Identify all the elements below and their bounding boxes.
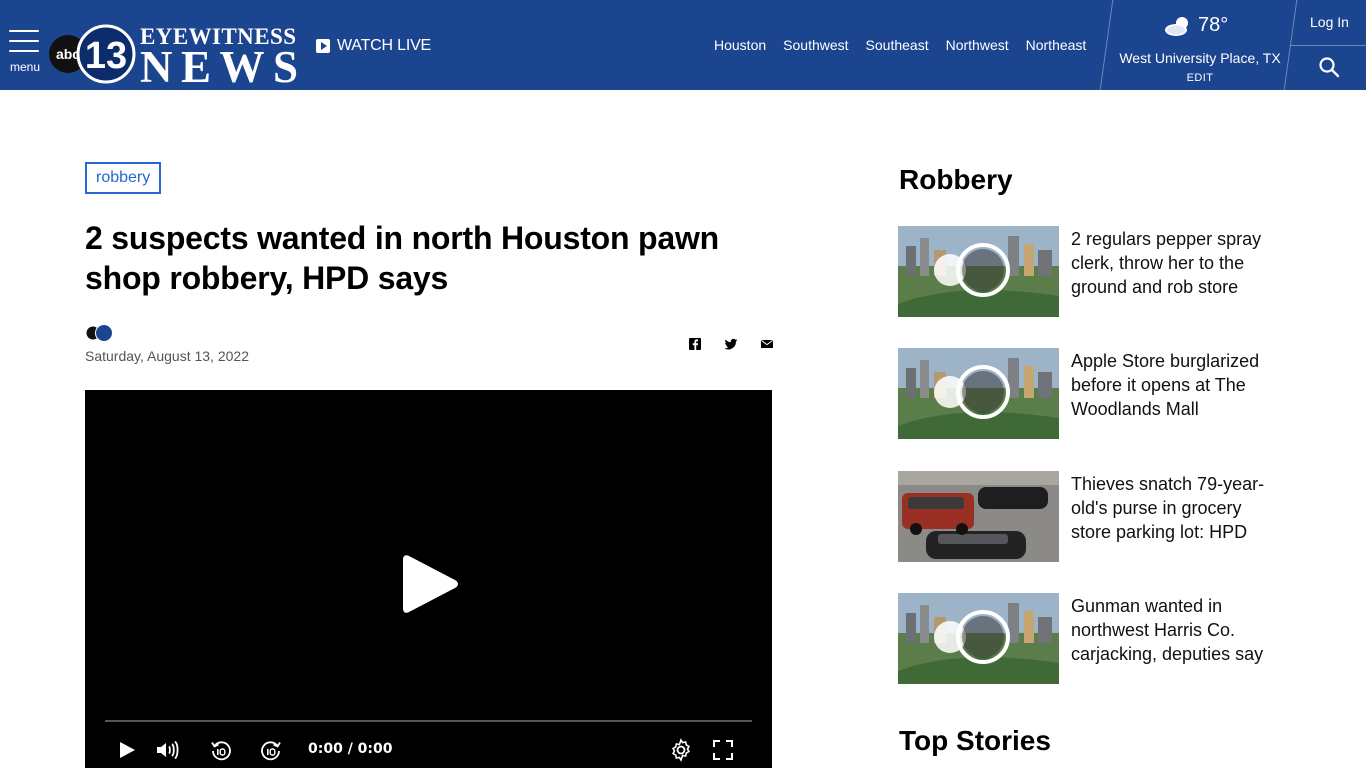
volume-icon[interactable] [155,738,179,762]
weather-temp-row: 78° [1164,14,1228,37]
facebook-icon[interactable] [687,336,703,352]
menu-label: menu [10,60,41,74]
sidebar-story[interactable]: Gunman wanted in northwest Harris Co. ca… [898,593,1278,685]
story-thumbnail-image [898,348,1059,439]
play-icon[interactable] [115,738,139,762]
sidebar-story[interactable]: 2 regulars pepper spray clerk, throw her… [898,226,1278,318]
auth-column: Log In [1290,0,1366,90]
story-title[interactable]: 2 regulars pepper spray clerk, throw her… [1071,227,1271,299]
watch-live-link[interactable]: WATCH LIVE [316,37,431,55]
region-link-southwest[interactable]: Southwest [783,37,848,53]
sidebar-story[interactable]: Thieves snatch 79-year-old's purse in gr… [898,471,1278,563]
hamburger-icon [8,30,42,52]
big-play-icon[interactable] [401,552,459,616]
story-thumbnail-image [898,593,1059,684]
video-player[interactable]: 0:00 / 0:00 [85,390,772,768]
weather-edit-link[interactable]: EDIT [1112,72,1288,84]
sidebar-section-title[interactable]: Robbery [899,164,1013,196]
twitter-icon[interactable] [723,336,739,352]
rewind-10-icon[interactable] [209,738,233,762]
article-headline: 2 suspects wanted in north Houston pawn … [85,220,720,296]
region-link-northeast[interactable]: Northeast [1026,37,1087,53]
story-title[interactable]: Gunman wanted in northwest Harris Co. ca… [1071,594,1271,666]
weather-location: West University Place, TX [1119,50,1281,66]
login-link[interactable]: Log In [1310,14,1349,30]
settings-gear-icon[interactable] [669,738,693,762]
forward-10-icon[interactable] [259,738,283,762]
fullscreen-icon[interactable] [711,738,735,762]
region-nav: Houston Southwest Southeast Northwest No… [714,37,1086,53]
logo-number-text: 13 [85,35,127,77]
logo-word-news: NEWS [140,42,298,86]
abc13-eyewitness-news-logo[interactable]: abc 13 EYEWITNESS NEWS [48,22,304,92]
weather-widget[interactable]: 78° West University Place, TX EDIT [1112,0,1288,90]
region-link-southeast[interactable]: Southeast [866,37,929,53]
partly-cloudy-icon [1165,16,1188,36]
abc13-byline-logo-icon [86,324,113,342]
region-link-houston[interactable]: Houston [714,37,766,53]
site-header: menu abc 13 EYEWITNESS NEWS WATCH LIVE H… [0,0,1366,92]
search-icon[interactable] [1318,56,1340,78]
menu-button[interactable]: menu [8,30,42,74]
story-thumbnail-image [898,471,1059,562]
region-link-northwest[interactable]: Northwest [946,37,1009,53]
article-date: Saturday, August 13, 2022 [85,348,249,364]
play-icon [316,39,330,53]
weather-temp: 78° [1198,14,1229,36]
sidebar-story[interactable]: Apple Store burglarized before it opens … [898,348,1278,440]
top-stories-title[interactable]: Top Stories [899,725,1051,757]
logo-graphic: abc 13 EYEWITNESS NEWS [49,24,298,92]
email-icon[interactable] [759,336,775,352]
video-progress-bar[interactable] [105,720,752,722]
category-tag[interactable]: robbery [85,162,162,194]
header-divider-horizontal [1290,45,1366,46]
story-title[interactable]: Thieves snatch 79-year-old's purse in gr… [1071,472,1271,544]
video-time: 0:00 / 0:00 [308,741,393,757]
watch-live-label: WATCH LIVE [337,37,432,54]
story-thumbnail-image [898,226,1059,317]
story-title[interactable]: Apple Store burglarized before it opens … [1071,349,1271,421]
